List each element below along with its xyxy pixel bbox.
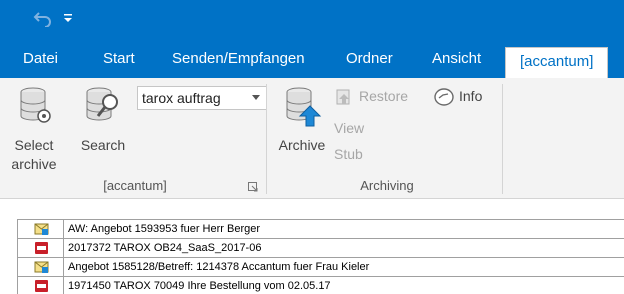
select-archive-label: Select archive (2, 136, 66, 174)
tab-datei[interactable]: Datei (23, 39, 58, 78)
table-row[interactable]: 1971450 TAROX 70049 Ihre Bestellung vom … (17, 277, 624, 294)
outlook-window: Datei Start Senden/Empfangen Ordner Ansi… (0, 0, 624, 294)
select-archive-label-line1: Select (14, 137, 54, 153)
chevron-down-icon[interactable] (252, 95, 260, 101)
archived-mail-icon (34, 223, 49, 235)
select-archive-icon (20, 87, 51, 123)
ribbon: Select archive Search tarox auftrag [acc… (0, 78, 624, 199)
pdf-icon (35, 280, 48, 292)
icon-cell (18, 239, 64, 257)
search-combo[interactable]: tarox auftrag (137, 86, 267, 110)
archive-icon (286, 87, 322, 127)
search-button[interactable]: Search (74, 84, 132, 174)
message-subject: 1971450 TAROX 70049 Ihre Bestellung vom … (68, 280, 331, 292)
search-label: Search (80, 137, 126, 153)
undo-icon[interactable] (33, 9, 53, 27)
table-row[interactable]: AW: Angebot 1593953 fuer Herr Berger (17, 220, 624, 239)
info-icon (434, 88, 454, 106)
tab-ordner[interactable]: Ordner (346, 39, 393, 78)
select-archive-button[interactable]: Select archive (0, 84, 68, 174)
group-separator (266, 84, 267, 194)
tab-ansicht[interactable]: Ansicht (432, 39, 481, 78)
search-combo-value: tarox auftrag (142, 90, 221, 106)
group-label-accantum: [accantum] (103, 178, 167, 193)
tab-accantum[interactable]: [accantum] (505, 47, 609, 79)
icon-cell (18, 220, 64, 238)
ribbon-tab-bar: Datei Start Senden/Empfangen Ordner Ansi… (0, 39, 624, 79)
archived-mail-icon (34, 261, 49, 273)
message-subject: 2017372 TAROX OB24_SaaS_2017-06 (68, 242, 262, 254)
info-button[interactable]: Info (434, 86, 494, 108)
view-stub-label-line2: Stub (334, 146, 363, 162)
restore-label: Restore (359, 88, 409, 104)
tab-senden-empfangen[interactable]: Senden/Empfangen (172, 39, 305, 78)
archive-button[interactable]: Archive (272, 84, 332, 174)
title-bar (0, 0, 624, 39)
icon-cell (18, 277, 64, 294)
select-archive-label-line2: archive (11, 156, 57, 172)
info-label: Info (459, 88, 483, 104)
restore-icon (336, 89, 350, 105)
group-label-archiving: Archiving (360, 178, 414, 193)
message-subject: AW: Angebot 1593953 fuer Herr Berger (68, 223, 261, 235)
dialog-launcher-icon[interactable] (248, 182, 258, 192)
icon-cell (18, 258, 64, 276)
view-stub-label-line1: View (334, 120, 365, 136)
customize-quick-access-icon[interactable] (60, 10, 76, 26)
group-separator (502, 84, 503, 194)
message-subject: Angebot 1585128/Betreff: 1214378 Accantu… (68, 261, 370, 273)
archive-label: Archive (278, 137, 326, 153)
pdf-icon (35, 242, 48, 254)
view-stub-button[interactable]: View Stub (334, 118, 384, 166)
tab-start[interactable]: Start (103, 39, 135, 78)
table-row[interactable]: Angebot 1585128/Betreff: 1214378 Accantu… (17, 258, 624, 277)
message-list: AW: Angebot 1593953 fuer Herr Berger 201… (17, 219, 624, 294)
restore-button[interactable]: Restore (335, 86, 415, 108)
search-archive-icon (86, 87, 118, 121)
table-row[interactable]: 2017372 TAROX OB24_SaaS_2017-06 (17, 239, 624, 258)
